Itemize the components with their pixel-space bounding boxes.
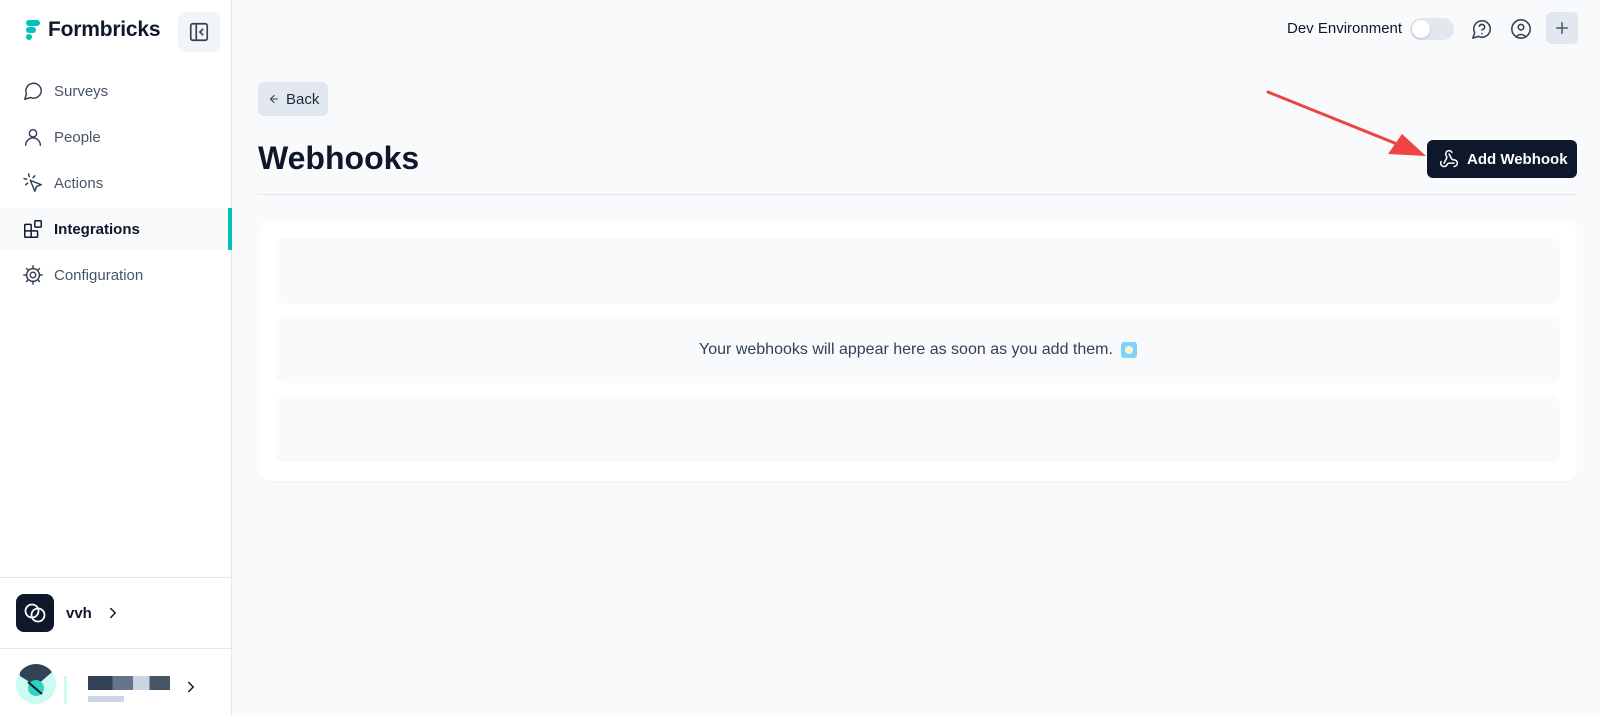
- emoji-icon: [1120, 342, 1137, 358]
- cursor-click-icon: [22, 172, 44, 194]
- user-icon: [22, 126, 44, 148]
- page-title: Webhooks: [258, 140, 420, 176]
- add-webhook-label: Add Webhook: [1467, 150, 1568, 168]
- plus-icon: [1556, 22, 1568, 34]
- chevron-right-icon: [109, 607, 116, 619]
- arrow-left-icon: [269, 94, 279, 104]
- settings-gear-icon: [22, 264, 44, 286]
- sidebar-item-configuration[interactable]: Configuration: [0, 254, 232, 296]
- formbricks-logo-icon: [26, 20, 40, 40]
- brand-name: Formbricks: [48, 18, 161, 41]
- title-divider: [258, 194, 1576, 195]
- sidebar-item-surveys[interactable]: Surveys: [0, 70, 232, 112]
- sidebar-item-label: Surveys: [54, 82, 109, 100]
- panel-left-close-icon: [189, 22, 209, 42]
- environment-toggle[interactable]: [1410, 18, 1454, 40]
- add-webhook-button[interactable]: Add Webhook: [1427, 140, 1577, 178]
- sidebar-item-label: Configuration: [54, 266, 144, 284]
- organization-name: vvh: [66, 604, 92, 622]
- empty-state-message: Your webhooks will appear here as soon a…: [699, 341, 1113, 358]
- user-email-redacted: [88, 696, 124, 702]
- annotation-arrow-icon: [1266, 90, 1426, 156]
- empty-state-row: Your webhooks will appear here as soon a…: [276, 317, 1560, 383]
- back-button-label: Back: [286, 90, 320, 108]
- sidebar-item-label: Integrations: [54, 220, 140, 238]
- environment-label: Dev Environment: [1287, 20, 1403, 37]
- message-circle-icon: [22, 80, 44, 102]
- user-menu[interactable]: [0, 650, 232, 716]
- back-button[interactable]: Back: [258, 82, 328, 116]
- sidebar-item-actions[interactable]: Actions: [0, 162, 232, 204]
- account-button[interactable]: [1508, 16, 1534, 42]
- placeholder-row: [276, 238, 1560, 304]
- brand-logo[interactable]: Formbricks: [26, 18, 161, 42]
- avatar-accent: [64, 676, 67, 704]
- blocks-icon: [22, 218, 44, 240]
- sidebar-nav: Surveys People Actions Integrations Conf…: [0, 70, 232, 300]
- sidebar-item-label: Actions: [54, 174, 104, 192]
- user-circle-icon: [1511, 19, 1531, 39]
- sidebar-item-label: People: [54, 128, 101, 146]
- sidebar-item-integrations[interactable]: Integrations: [0, 208, 232, 250]
- organization-logo-icon: [16, 594, 54, 632]
- sidebar: Formbricks Surveys People Actions Integr…: [0, 0, 232, 716]
- webhook-icon: [1439, 149, 1458, 168]
- message-circle-question-icon: [1472, 19, 1492, 39]
- avatar: [16, 664, 56, 704]
- organization-switcher[interactable]: vvh: [0, 577, 232, 649]
- help-chat-button[interactable]: [1469, 16, 1495, 42]
- create-new-button[interactable]: [1546, 12, 1578, 44]
- webhooks-panel: Your webhooks will appear here as soon a…: [259, 221, 1577, 481]
- collapse-sidebar-button[interactable]: [178, 12, 220, 52]
- sidebar-item-people[interactable]: People: [0, 116, 232, 158]
- chevron-right-icon: [188, 681, 194, 693]
- user-name-redacted: [88, 676, 170, 690]
- placeholder-row: [276, 396, 1560, 462]
